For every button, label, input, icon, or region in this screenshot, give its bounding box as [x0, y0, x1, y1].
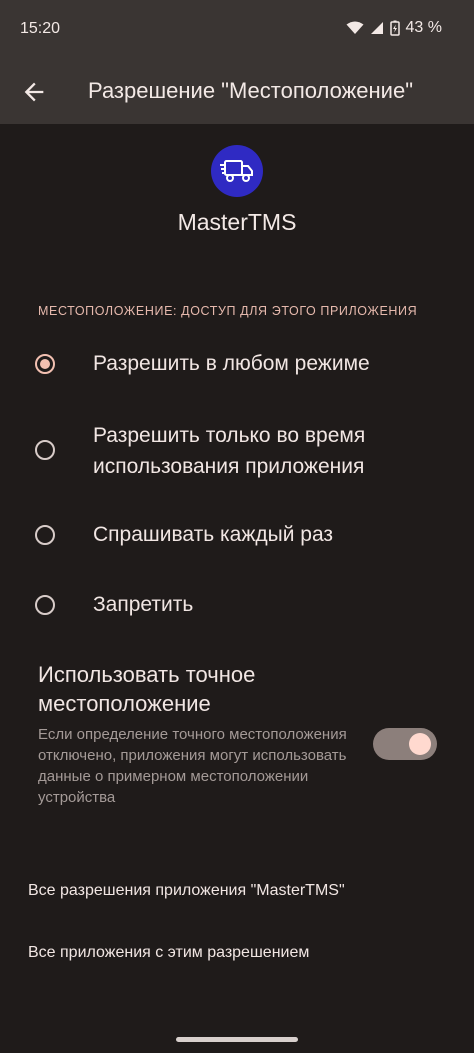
radio-label: Разрешить только во время использования …	[93, 424, 366, 478]
status-time: 15:20	[20, 20, 61, 37]
radio-button[interactable]	[35, 595, 55, 615]
battery-charging-icon	[389, 20, 400, 36]
battery-percent: 43 %	[405, 19, 442, 36]
radio-option-ask-every-time[interactable]: Спрашивать каждый раз	[0, 519, 474, 553]
status-icons: 43 %	[346, 19, 442, 37]
wifi-icon	[346, 21, 364, 34]
all-apps-with-permission-link[interactable]: Все приложения с этим разрешением	[28, 944, 309, 962]
gesture-nav-handle[interactable]	[176, 1037, 298, 1042]
app-icon	[211, 145, 263, 197]
all-app-permissions-link[interactable]: Все разрешения приложения "MasterTMS"	[28, 882, 345, 900]
radio-label: Спрашивать каждый раз	[93, 523, 334, 546]
section-label: МЕСТОПОЛОЖЕНИЕ: ДОСТУП ДЛЯ ЭТОГО ПРИЛОЖЕ…	[38, 304, 418, 318]
precise-location-title: Использовать точное местоположение	[38, 662, 256, 716]
radio-button[interactable]	[35, 525, 55, 545]
truck-icon	[220, 160, 253, 182]
status-bar: 15:20 43 %	[0, 0, 474, 60]
radio-label: Разрешить в любом режиме	[93, 352, 370, 375]
precise-location-description: Если определение точного местоположения …	[38, 726, 347, 806]
radio-option-allow-while-using[interactable]: Разрешить только во время использования …	[0, 420, 474, 484]
app-bar: Разрешение "Местоположение"	[0, 60, 474, 124]
back-button[interactable]	[20, 78, 48, 106]
radio-button[interactable]	[35, 440, 55, 460]
app-name: MasterTMS	[177, 209, 297, 235]
precise-location-toggle[interactable]	[373, 728, 437, 760]
radio-option-allow-always[interactable]: Разрешить в любом режиме	[0, 348, 474, 382]
toggle-knob	[409, 733, 431, 755]
arrow-back-icon	[24, 82, 44, 102]
signal-icon	[370, 22, 383, 34]
radio-option-deny[interactable]: Запретить	[0, 589, 474, 623]
radio-button[interactable]	[35, 354, 55, 374]
radio-label: Запретить	[93, 593, 194, 616]
page-title: Разрешение "Местоположение"	[88, 78, 414, 103]
